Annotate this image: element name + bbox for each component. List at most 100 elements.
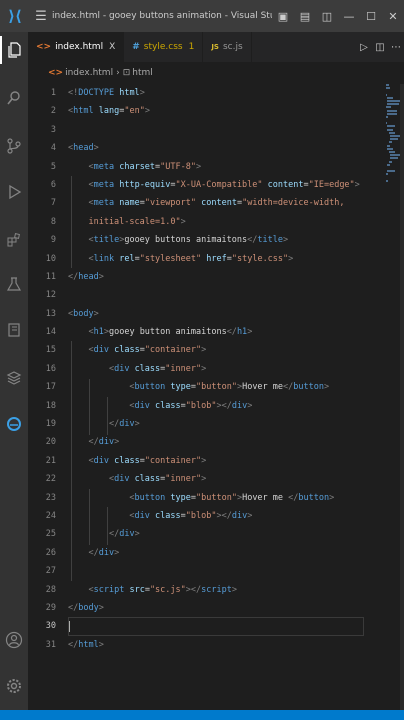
code-line[interactable]: </body>: [68, 599, 368, 617]
code-line[interactable]: [68, 617, 364, 636]
split-editor-icon[interactable]: ◫: [372, 42, 388, 53]
minimap-line: [387, 170, 395, 173]
line-number: 4: [50, 143, 56, 154]
code-line[interactable]: <div class="inner">: [68, 360, 368, 378]
minimap-line: [386, 87, 390, 90]
more-actions-icon[interactable]: ⋯: [388, 42, 404, 53]
code-token: >: [201, 363, 207, 374]
code-line[interactable]: <meta http-equiv="X-UA-Compatible" conte…: [68, 176, 368, 194]
code-line[interactable]: <body>: [68, 305, 368, 323]
code-line[interactable]: <div class="blob"></div>: [68, 507, 368, 525]
code-token: "sc.js": [149, 584, 186, 595]
minimap-line: [386, 84, 390, 86]
breadcrumb-element[interactable]: html: [132, 68, 153, 78]
activity-bar: [0, 32, 28, 710]
code-token: "container": [144, 455, 202, 466]
minimap-line: [388, 141, 392, 144]
line-number: 18: [45, 400, 56, 411]
line-number: 11: [45, 271, 56, 282]
code-token: >: [114, 547, 120, 558]
minimap-line: [387, 144, 390, 147]
code-line[interactable]: <meta charset="UTF-8">: [68, 158, 368, 176]
line-number: 7: [50, 198, 56, 209]
code-line[interactable]: </div>: [68, 415, 368, 433]
code-line[interactable]: [68, 121, 368, 139]
close-button[interactable]: ✕: [382, 10, 404, 23]
breadcrumb-file[interactable]: index.html: [65, 68, 113, 78]
menu-icon[interactable]: ☰: [30, 9, 52, 24]
explorer-icon[interactable]: [0, 36, 28, 64]
code-token: meta: [93, 161, 115, 172]
code-line[interactable]: <meta name="viewport" content="width=dev…: [68, 194, 368, 212]
chevron-right-icon: ›: [116, 68, 120, 78]
layout-panel-icon[interactable]: ▤: [294, 10, 316, 23]
tab-style-css[interactable]: # style.css 1: [124, 32, 204, 62]
vertical-scrollbar[interactable]: [400, 84, 404, 710]
code-line[interactable]: <h1>gooey button animaitons</h1>: [68, 323, 368, 341]
code-line[interactable]: <!DOCTYPE html>: [68, 84, 368, 102]
tab-sc-js[interactable]: JS sc.js: [203, 32, 252, 62]
code-token: class: [114, 345, 140, 356]
run-icon[interactable]: ▷: [356, 42, 372, 53]
settings-gear-icon[interactable]: [0, 672, 28, 700]
line-number: 16: [45, 363, 56, 374]
code-line[interactable]: <title>gooey buttons animaitons</title>: [68, 231, 368, 249]
code-editor[interactable]: 1 2 3 4 5 6 7 8 9 10 11 12 13 14 15 16 17 18 19 20 21 22 23 24 2…: [28, 84, 404, 710]
source-control-icon[interactable]: [0, 132, 28, 160]
code-token: >: [288, 253, 294, 264]
maximize-button[interactable]: ☐: [360, 10, 382, 23]
code-token: >: [324, 382, 330, 393]
code-line[interactable]: <script src="sc.js"></script>: [68, 581, 368, 599]
account-icon[interactable]: [0, 626, 28, 654]
code-line[interactable]: <div class="container">: [68, 341, 368, 359]
code-line[interactable]: </head>: [68, 268, 368, 286]
tab-index-html[interactable]: <> index.html X: [28, 32, 125, 62]
tab-label: style.css: [143, 42, 183, 52]
run-debug-icon[interactable]: [0, 178, 28, 206]
code-token: >: [201, 345, 207, 356]
code-line[interactable]: <button type="button">Hover me</button>: [68, 378, 368, 396]
code-token: </: [247, 235, 258, 246]
code-line[interactable]: <button type="button">Hover me </button>: [68, 489, 368, 507]
code-line[interactable]: [68, 286, 368, 304]
minimap-line: [387, 128, 394, 131]
close-tab-icon[interactable]: X: [109, 42, 115, 52]
code-token: >: [98, 271, 104, 282]
minimap-line: [387, 163, 390, 166]
search-icon[interactable]: [0, 84, 28, 112]
layers-icon[interactable]: [0, 364, 28, 392]
code-line[interactable]: <html lang="en">: [68, 102, 368, 120]
layout-toggle-icon[interactable]: ▣: [272, 10, 294, 23]
layout-split-icon[interactable]: ◫: [316, 10, 338, 23]
code-token: html: [78, 639, 99, 650]
code-token: html: [119, 88, 140, 98]
vscode-logo-icon: ⟩⟨: [8, 7, 22, 25]
code-text-area[interactable]: <!DOCTYPE html> <html lang="en"> <head> <m…: [68, 84, 368, 654]
code-line[interactable]: </div>: [68, 433, 368, 451]
code-line[interactable]: [68, 562, 368, 580]
code-token: class: [155, 400, 181, 411]
code-token: div: [231, 510, 248, 521]
code-token: div: [114, 363, 130, 374]
code-line[interactable]: <div class="inner">: [68, 470, 368, 488]
code-line[interactable]: <link rel="stylesheet" href="style.css">: [68, 250, 368, 268]
code-line[interactable]: initial-scale=1.0">: [68, 213, 368, 231]
code-line[interactable]: <div class="container">: [68, 452, 368, 470]
code-token: "button": [196, 382, 237, 393]
notebook-icon[interactable]: [0, 316, 28, 344]
code-line[interactable]: </div>: [68, 544, 368, 562]
minimize-button[interactable]: —: [338, 10, 360, 23]
code-line[interactable]: <head>: [68, 139, 368, 157]
line-number: 27: [45, 566, 56, 577]
edge-browser-icon[interactable]: [0, 410, 28, 438]
line-number: 5: [50, 161, 56, 172]
title-bar: ⟩⟨ ☰ index.html - gooey buttons animatio…: [0, 0, 404, 32]
code-line[interactable]: </div>: [68, 525, 368, 543]
code-line[interactable]: </html>: [68, 636, 368, 654]
code-line[interactable]: <div class="blob"></div>: [68, 397, 368, 415]
extensions-icon[interactable]: [0, 226, 28, 254]
testing-icon[interactable]: [0, 270, 28, 298]
